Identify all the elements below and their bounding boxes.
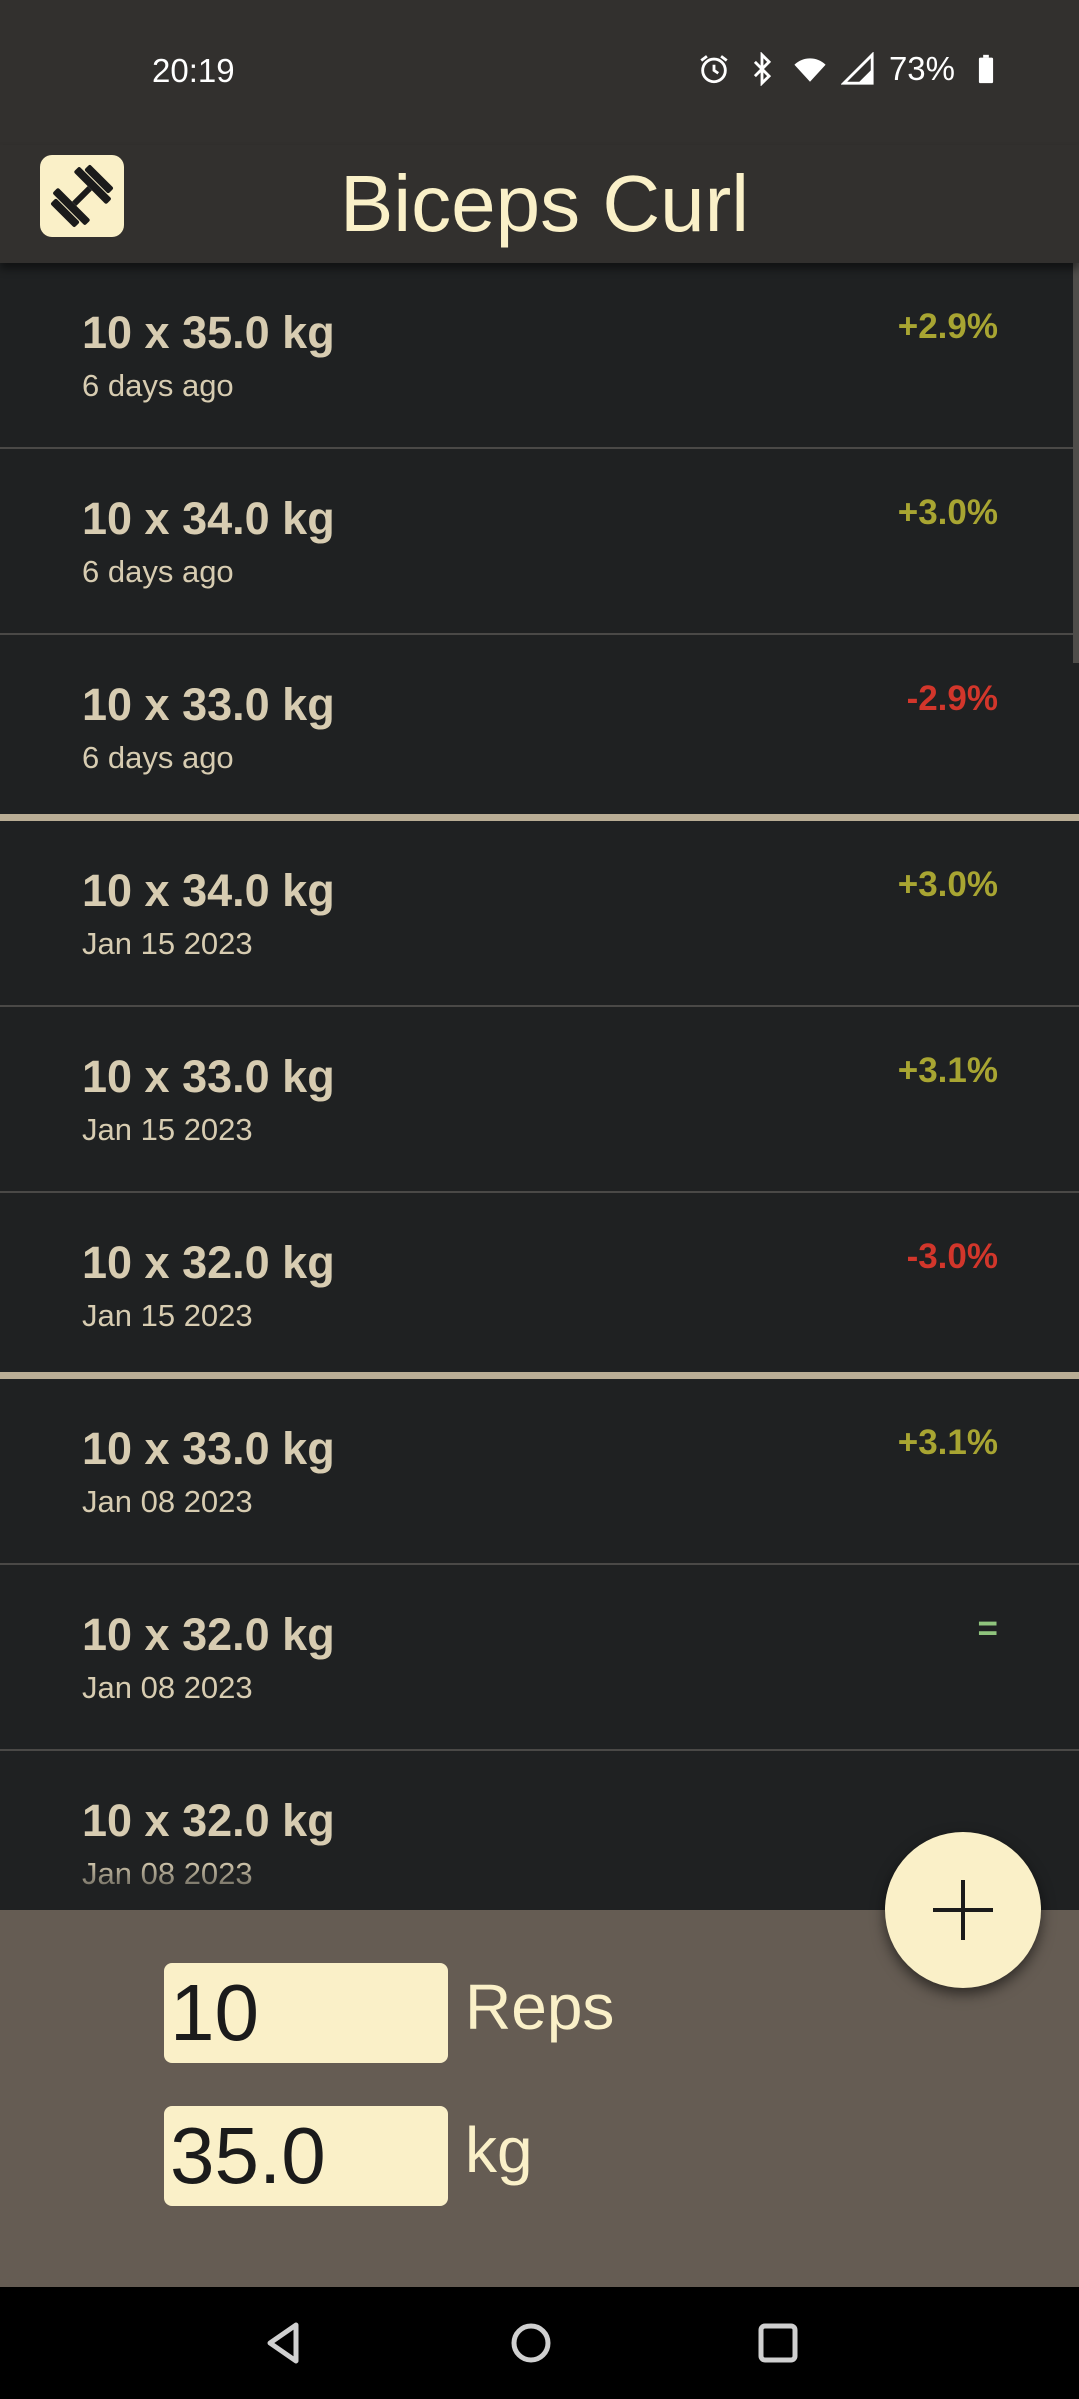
set-date: Jan 15 2023 — [82, 926, 253, 961]
set-summary: 10 x 33.0 kg — [82, 679, 335, 730]
progress-delta: -3.0% — [906, 1237, 998, 1276]
set-date: 6 days ago — [82, 740, 234, 775]
status-icons: 73% — [697, 50, 1003, 88]
recents-icon[interactable] — [748, 2313, 808, 2373]
home-icon[interactable] — [501, 2313, 561, 2373]
progress-delta: -2.9% — [906, 679, 998, 718]
list-item[interactable]: 10 x 33.0 kg 6 days ago -2.9% — [0, 635, 1079, 821]
list-item[interactable]: 10 x 32.0 kg Jan 08 2023 = — [0, 1565, 1079, 1751]
back-icon[interactable] — [254, 2313, 314, 2373]
set-summary: 10 x 33.0 kg — [82, 1051, 335, 1102]
set-summary: 10 x 33.0 kg — [82, 1423, 335, 1474]
list-item[interactable]: 10 x 35.0 kg 6 days ago +2.9% — [0, 263, 1079, 449]
set-summary: 10 x 35.0 kg — [82, 307, 335, 358]
list-item[interactable]: 10 x 33.0 kg Jan 08 2023 +3.1% — [0, 1379, 1079, 1565]
page-title: Biceps Curl — [340, 159, 750, 248]
battery-percent: 73% — [888, 50, 955, 87]
reps-unit-label: Reps — [465, 1971, 615, 2043]
system-nav-bar — [0, 2287, 1079, 2399]
weight-unit-label: kg — [465, 2114, 533, 2186]
progress-delta: = — [977, 1609, 998, 1648]
list-item[interactable]: 10 x 34.0 kg 6 days ago +3.0% — [0, 449, 1079, 635]
progress-delta: +3.1% — [897, 1423, 998, 1462]
signal-icon — [840, 52, 874, 85]
battery-icon — [978, 54, 994, 84]
add-icon — [933, 1880, 993, 1940]
set-summary: 10 x 32.0 kg — [82, 1795, 335, 1846]
set-summary: 10 x 32.0 kg — [82, 1237, 335, 1288]
alarm-icon — [700, 55, 728, 84]
reps-input[interactable] — [164, 1963, 448, 2063]
clock: 20:19 — [152, 52, 235, 89]
set-date: Jan 08 2023 — [82, 1670, 253, 1705]
add-entry-button[interactable] — [885, 1832, 1041, 1988]
dumbbell-icon[interactable] — [40, 155, 124, 237]
list-item[interactable]: 10 x 33.0 kg Jan 15 2023 +3.1% — [0, 1007, 1079, 1193]
app-bar: Biceps Curl — [0, 145, 1079, 263]
history-list[interactable]: 10 x 35.0 kg 6 days ago +2.9% 10 x 34.0 kg 6… — [0, 263, 1079, 1910]
set-date: Jan 15 2023 — [82, 1112, 253, 1147]
scrollbar[interactable] — [1073, 263, 1079, 663]
set-summary: 10 x 34.0 kg — [82, 493, 335, 544]
progress-delta: +3.1% — [897, 1051, 998, 1090]
set-date: Jan 15 2023 — [82, 1298, 253, 1333]
progress-delta: +3.0% — [897, 493, 998, 532]
bluetooth-icon — [753, 52, 772, 86]
weight-input[interactable] — [164, 2106, 448, 2206]
set-date: 6 days ago — [82, 554, 234, 589]
set-summary: 10 x 34.0 kg — [82, 865, 335, 916]
set-date: 6 days ago — [82, 368, 234, 403]
list-item[interactable]: 10 x 34.0 kg Jan 15 2023 +3.0% — [0, 821, 1079, 1007]
status-bar: 20:19 73% — [0, 0, 1079, 145]
progress-delta: +3.0% — [897, 865, 998, 904]
set-date: Jan 08 2023 — [82, 1484, 253, 1519]
set-summary: 10 x 32.0 kg — [82, 1609, 335, 1660]
wifi-icon — [794, 58, 826, 82]
progress-delta: +2.9% — [897, 307, 998, 346]
list-item[interactable]: 10 x 32.0 kg Jan 15 2023 -3.0% — [0, 1193, 1079, 1379]
